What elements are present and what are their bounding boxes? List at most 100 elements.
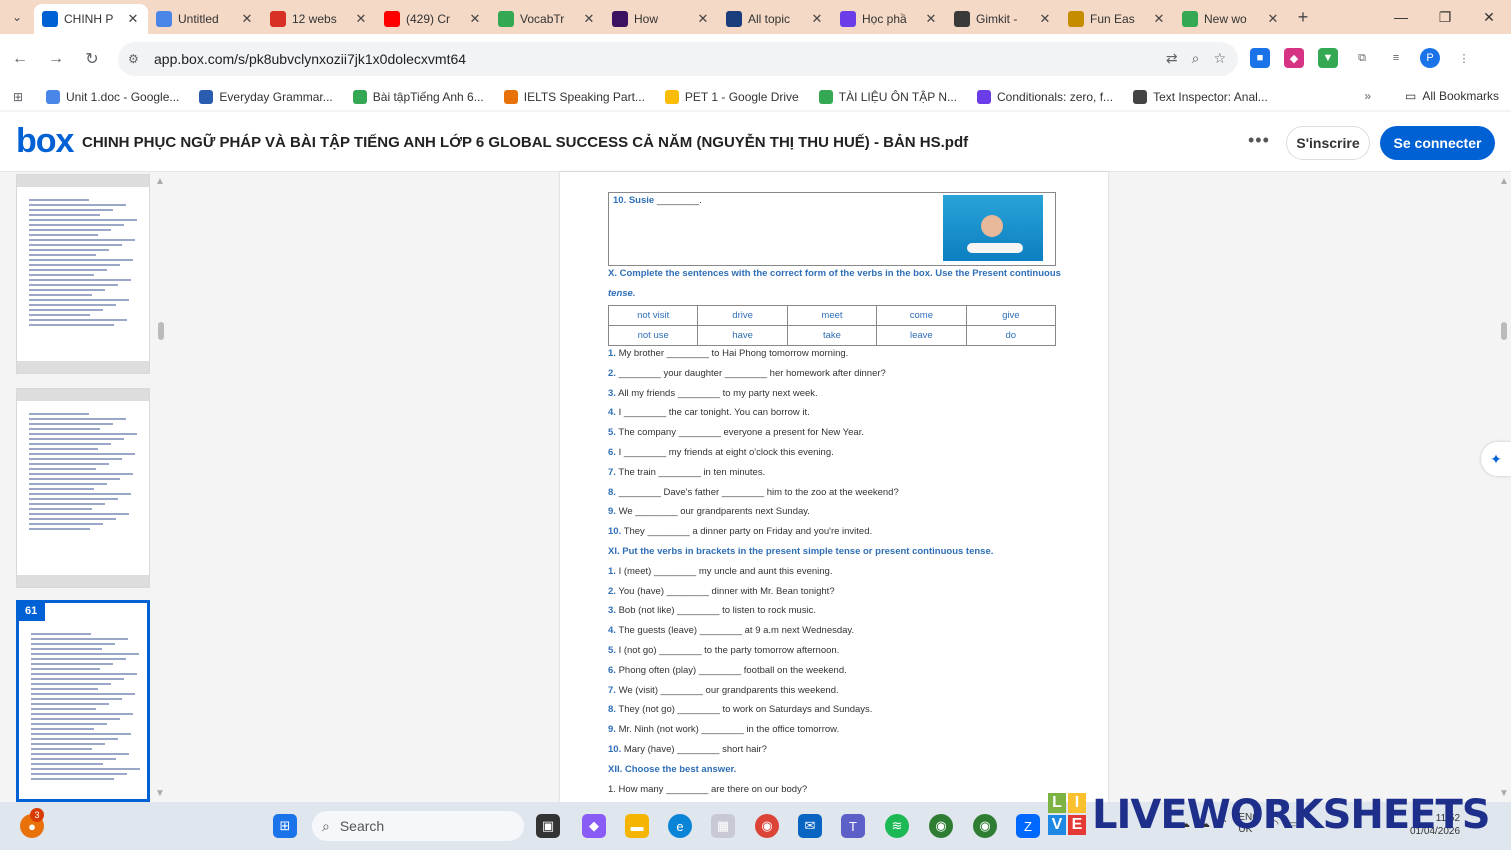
browser-tab[interactable]: All topic ✕ [718, 4, 832, 34]
bookmark-item[interactable]: Everyday Grammar... [189, 90, 342, 104]
thumbnail-text-line [29, 433, 137, 435]
extension-icon-3[interactable]: ▼ [1318, 48, 1338, 68]
apps-icon[interactable]: ⊞ [0, 90, 36, 104]
thumbnail-text-line [31, 658, 126, 660]
close-tab-icon[interactable]: ✕ [810, 11, 824, 27]
scroll-thumb[interactable] [158, 322, 164, 340]
item-text: I (not go) ________ to the party tomorro… [618, 645, 840, 656]
windows-start-icon[interactable]: ⊞ [273, 814, 297, 838]
browser-tab[interactable]: Fun Eas ✕ [1060, 4, 1174, 34]
page-thumbnail[interactable] [16, 388, 150, 588]
assistant-button[interactable]: ✦ [1481, 442, 1511, 476]
store-icon[interactable]: ▦ [711, 814, 735, 838]
bookmark-item[interactable]: Unit 1.doc - Google... [36, 90, 189, 104]
close-tab-icon[interactable]: ✕ [1038, 11, 1052, 27]
page-scrollbar[interactable]: ▲ ▼ [1497, 172, 1511, 802]
browser-tab[interactable]: 12 webs ✕ [262, 4, 376, 34]
reload-button[interactable]: ↻ [74, 49, 110, 69]
close-tab-icon[interactable]: ✕ [354, 11, 368, 27]
bookmarks-more-button[interactable]: » [1364, 89, 1371, 103]
file-explorer-icon[interactable]: ▬ [625, 814, 649, 838]
zalo-icon[interactable]: Z [1016, 814, 1040, 838]
browser-tab[interactable]: (429) Cr ✕ [376, 4, 490, 34]
chrome-profile-icon[interactable]: ◉ [973, 814, 997, 838]
new-tab-button[interactable]: + [1288, 7, 1318, 28]
media-icon[interactable]: ≡ [1386, 48, 1406, 68]
close-tab-icon[interactable]: ✕ [126, 11, 140, 27]
thumbnail-text-line [29, 418, 126, 420]
translate-icon[interactable]: ⇄ [1166, 50, 1178, 67]
bookmark-item[interactable]: PET 1 - Google Drive [655, 90, 809, 104]
all-bookmarks-button[interactable]: ▭ All Bookmarks [1405, 89, 1499, 103]
copilot-icon[interactable]: ◆ [582, 814, 606, 838]
bookmark-item[interactable]: Bài tậpTiếng Anh 6... [343, 90, 494, 104]
close-tab-icon[interactable]: ✕ [696, 11, 710, 27]
verb-box-row: not visit drive meet come give [607, 305, 1057, 326]
spotify-icon[interactable]: ≋ [885, 814, 909, 838]
browser-tab[interactable]: How ✕ [604, 4, 718, 34]
restore-button[interactable]: ❐ [1423, 0, 1467, 34]
item-number: 2. [608, 585, 616, 597]
scroll-down-icon[interactable]: ▼ [155, 788, 165, 799]
close-tab-icon[interactable]: ✕ [240, 11, 254, 27]
url-text[interactable]: app.box.com/s/pk8ubvclynxozii7jk1x0dolec… [150, 51, 466, 67]
bookmark-star-icon[interactable]: ☆ [1213, 50, 1226, 67]
browser-tab[interactable]: Gimkit - ✕ [946, 4, 1060, 34]
forward-button[interactable]: → [38, 50, 74, 68]
puzzle-icon[interactable]: ⧉ [1352, 48, 1372, 68]
bookmark-item[interactable]: Conditionals: zero, f... [967, 90, 1123, 104]
edge-icon[interactable]: e [668, 814, 692, 838]
verb-box-cell: not visit [607, 305, 699, 326]
scroll-up-icon[interactable]: ▲ [155, 176, 165, 187]
exercise-item: 8. ________ Dave's father ________ him t… [608, 487, 899, 498]
taskbar-search[interactable]: ⌕ Search [312, 811, 524, 841]
bookmark-item[interactable]: TÀI LIỆU ÔN TẬP N... [809, 90, 967, 104]
signup-button[interactable]: S'inscrire [1286, 126, 1370, 160]
extension-icon-1[interactable]: ■ [1250, 48, 1270, 68]
tab-search-button[interactable]: ⌄ [0, 0, 34, 34]
thumbnail-text-line [29, 473, 133, 475]
thumbnail-scrollbar[interactable]: ▲ ▼ [154, 172, 166, 802]
box-logo[interactable]: box [16, 124, 74, 158]
zoom-icon[interactable]: ⌕ [1192, 50, 1200, 67]
page-thumbnail[interactable] [16, 174, 150, 374]
login-button[interactable]: Se connecter [1380, 126, 1495, 160]
close-tab-icon[interactable]: ✕ [1152, 11, 1166, 27]
section-x-heading: X. Complete the sentences with the corre… [608, 268, 1061, 279]
menu-icon[interactable]: ⋮ [1454, 48, 1474, 68]
profile-avatar[interactable]: P [1420, 48, 1440, 68]
scroll-up-icon[interactable]: ▲ [1499, 176, 1509, 187]
scroll-thumb[interactable] [1501, 322, 1507, 340]
browser-tab[interactable]: VocabTr ✕ [490, 4, 604, 34]
mail-icon[interactable]: ✉ [798, 814, 822, 838]
browser-tab[interactable]: Học phầ ✕ [832, 4, 946, 34]
teams-icon[interactable]: T [841, 814, 865, 838]
close-tab-icon[interactable]: ✕ [924, 11, 938, 27]
browser-tab[interactable]: CHINH P ✕ [34, 4, 148, 34]
site-settings-icon[interactable]: ⚙ [128, 52, 150, 66]
bookmark-favicon-icon [199, 90, 214, 104]
chrome-icon[interactable]: ◉ [755, 814, 779, 838]
more-options-button[interactable]: ••• [1248, 130, 1270, 151]
tab-title: Untitled [178, 12, 219, 26]
task-view-icon[interactable]: ▣ [536, 814, 560, 838]
verb-box-cell: give [965, 305, 1057, 326]
bookmark-item[interactable]: IELTS Speaking Part... [494, 90, 655, 104]
minimize-button[interactable]: — [1379, 0, 1423, 34]
extension-icon-2[interactable]: ◆ [1284, 48, 1304, 68]
tab-title: All topic [748, 12, 791, 26]
thumbnail-text-line [29, 229, 111, 231]
bookmark-item[interactable]: Text Inspector: Anal... [1123, 90, 1278, 104]
address-bar[interactable]: ⚙ app.box.com/s/pk8ubvclynxozii7jk1x0dol… [118, 42, 1238, 76]
browser-tab[interactable]: Untitled ✕ [148, 4, 262, 34]
close-tab-icon[interactable]: ✕ [582, 11, 596, 27]
page-thumbnail-active[interactable]: 61 [16, 600, 150, 802]
chrome-profile-icon[interactable]: ◉ [929, 814, 953, 838]
close-tab-icon[interactable]: ✕ [1266, 11, 1280, 27]
close-tab-icon[interactable]: ✕ [468, 11, 482, 27]
back-button[interactable]: ← [2, 50, 38, 68]
scroll-down-icon[interactable]: ▼ [1499, 788, 1509, 799]
close-window-button[interactable]: ✕ [1467, 0, 1511, 34]
liveworksheets-logo: L I V E [1048, 793, 1088, 837]
browser-tab[interactable]: New wo ✕ [1174, 4, 1288, 34]
